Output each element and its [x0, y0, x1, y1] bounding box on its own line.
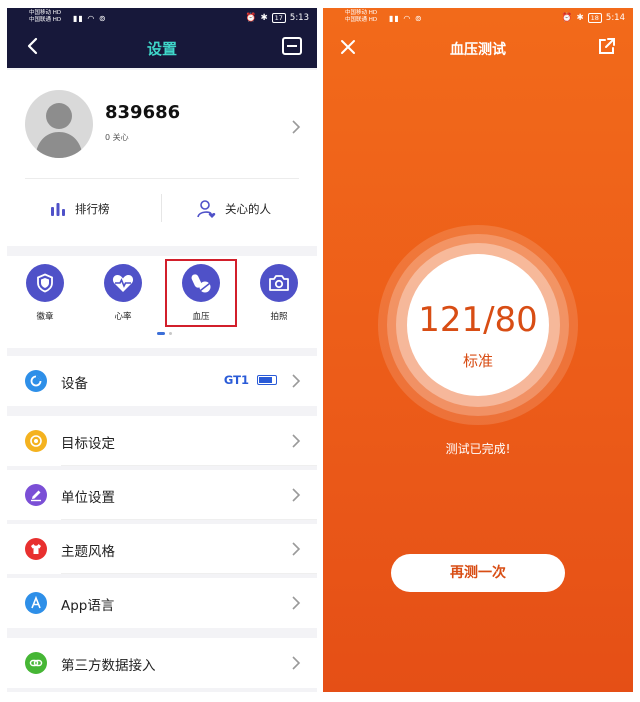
- letter-a-icon: [25, 592, 47, 614]
- device-battery-icon: [257, 375, 277, 385]
- feature-label: 拍照: [270, 312, 288, 322]
- carrier-2: 中国联通 HD: [345, 17, 378, 23]
- carrier-2: 中国联通 HD: [29, 17, 62, 23]
- menu-item-units[interactable]: 单位设置: [7, 470, 317, 520]
- avatar[interactable]: [25, 90, 93, 158]
- leaderboard-link[interactable]: 排行榜: [49, 192, 110, 226]
- bp-status: 标准: [462, 352, 493, 370]
- bp-reading: 121/80: [418, 300, 538, 340]
- target-icon: [25, 430, 47, 452]
- battery-icon: 17: [271, 13, 286, 23]
- bluetooth-icon: ✱: [260, 13, 268, 23]
- retest-button[interactable]: 再测一次: [391, 554, 565, 592]
- chevron-right-icon: [292, 596, 301, 610]
- feature-label: 心率: [114, 312, 132, 322]
- chevron-right-icon: [292, 542, 301, 556]
- settings-header: 中国移动 HD 中国联通 HD ▮▮ ◠ ⊚ ⏰ ✱ 17 5:13 设置: [7, 8, 317, 68]
- status-bar: 中国移动 HD 中国联通 HD ▮▮ ◠ ⊚ ⏰ ✱ 18 5:14: [323, 8, 633, 32]
- bar-chart-icon: [51, 203, 65, 216]
- follow-count: 0 关心: [105, 133, 129, 142]
- chevron-right-icon: [292, 374, 301, 388]
- feature-label: 徽章: [36, 312, 54, 322]
- people-i-care-label: 关心的人: [225, 202, 271, 216]
- chevron-right-icon: [292, 656, 301, 670]
- share-icon[interactable]: [597, 36, 617, 56]
- pencil-icon: [25, 484, 47, 506]
- people-i-care-link[interactable]: 关心的人: [197, 192, 271, 226]
- settings-screen: 中国移动 HD 中国联通 HD ▮▮ ◠ ⊚ ⏰ ✱ 17 5:13 设置 83…: [7, 8, 317, 692]
- device-icon: [25, 370, 47, 392]
- status-time: 5:14: [605, 13, 625, 23]
- feature-camera[interactable]: 拍照: [249, 264, 309, 322]
- avatar-placeholder-icon: [35, 103, 83, 158]
- feature-heart-rate[interactable]: 心率: [93, 264, 153, 322]
- leaderboard-label: 排行榜: [75, 202, 110, 216]
- signal-icons: ▮▮ ◠ ⊚: [389, 14, 423, 23]
- feature-row: 徽章 心率 血压 拍照: [7, 256, 317, 348]
- menu-item-theme[interactable]: 主题风格: [7, 524, 317, 574]
- shield-icon: [37, 273, 53, 293]
- carrier-1: 中国移动 HD: [29, 10, 62, 16]
- heart-rate-icon: [112, 275, 134, 292]
- device-model: GT1: [223, 373, 249, 387]
- carrier-1: 中国移动 HD: [345, 10, 378, 16]
- page-title: 设置: [146, 40, 177, 58]
- menu-item-target[interactable]: 目标设定: [7, 416, 317, 466]
- test-complete-message: 测试已完成!: [445, 442, 511, 456]
- device-label: 设备: [61, 376, 88, 392]
- shirt-icon: [25, 538, 47, 560]
- bp-test-screen: 中国移动 HD 中国联通 HD ▮▮ ◠ ⊚ ⏰ ✱ 18 5:14 血压测试 …: [323, 8, 633, 692]
- status-time: 5:13: [289, 13, 309, 23]
- menu-item-label: 单位设置: [61, 490, 115, 506]
- chevron-right-icon[interactable]: [291, 120, 301, 134]
- menu-item-label: App语言: [61, 598, 115, 614]
- page-title: 血压测试: [450, 42, 506, 58]
- menu-item-label: 目标设定: [61, 436, 115, 452]
- menu-item-label: 主题风格: [61, 544, 115, 560]
- username: 839686: [105, 102, 181, 123]
- signal-icons: ▮▮ ◠ ⊚: [73, 14, 107, 23]
- divider: [25, 178, 299, 179]
- page-indicator: [157, 332, 172, 335]
- alarm-icon: ⏰: [245, 13, 257, 23]
- person-heart-icon: [197, 200, 216, 218]
- menu-item-third-party[interactable]: 第三方数据接入: [7, 638, 317, 688]
- chevron-right-icon: [292, 488, 301, 502]
- alarm-icon: ⏰: [561, 13, 573, 23]
- battery-icon: 18: [587, 13, 602, 23]
- link-icon: [25, 652, 47, 674]
- menu-item-label: 第三方数据接入: [61, 658, 156, 674]
- feature-badge[interactable]: 徽章: [15, 264, 75, 322]
- profile-card: 839686 0 关心 排行榜 关心的人: [7, 70, 317, 246]
- scan-menu-icon[interactable]: [281, 36, 303, 56]
- device-row[interactable]: 设备 GT1: [7, 356, 317, 406]
- bluetooth-icon: ✱: [576, 13, 584, 23]
- divider: [161, 194, 162, 222]
- menu-item-language[interactable]: App语言: [7, 578, 317, 628]
- camera-icon: [269, 275, 289, 291]
- chevron-right-icon: [292, 434, 301, 448]
- status-bar: 中国移动 HD 中国联通 HD ▮▮ ◠ ⊚ ⏰ ✱ 17 5:13: [7, 8, 317, 32]
- selection-highlight: [165, 259, 237, 327]
